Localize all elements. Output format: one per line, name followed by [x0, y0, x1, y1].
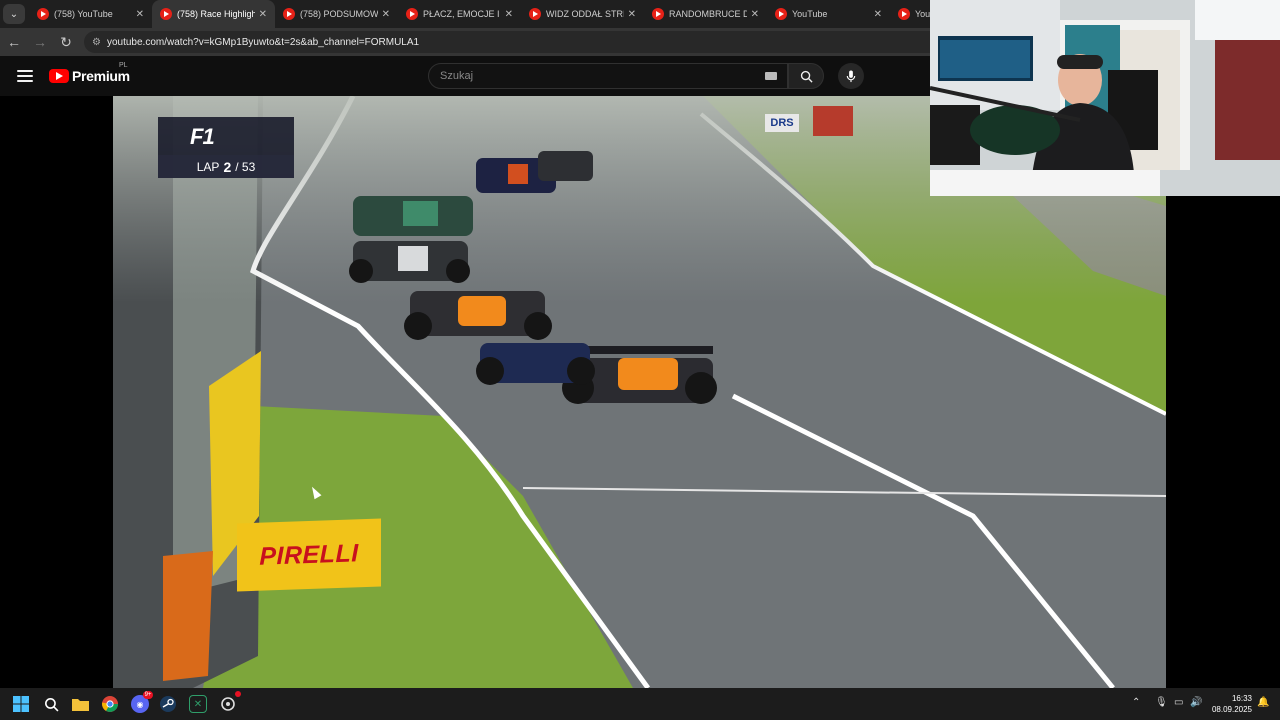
chevron-up-icon[interactable]: ⌃ — [1132, 697, 1140, 708]
forward-button[interactable]: → — [28, 30, 52, 54]
notification-badge: 9+ — [143, 691, 153, 699]
lap-counter: LAP 2 / 53 — [158, 155, 294, 178]
search-button[interactable] — [788, 63, 824, 89]
youtube-favicon-icon — [37, 8, 49, 20]
voice-search-button[interactable] — [838, 63, 864, 89]
youtube-favicon-icon — [898, 8, 910, 20]
windows-logo-icon — [13, 696, 29, 712]
app-button[interactable] — [219, 691, 241, 713]
microphone-icon — [846, 69, 856, 82]
streamer-webcam — [930, 0, 1280, 196]
arrow-right-icon: → — [33, 34, 47, 50]
site-info-icon[interactable]: ⚙ — [92, 37, 101, 48]
close-icon[interactable]: ✕ — [259, 9, 267, 20]
brand-text: Premium — [72, 68, 130, 84]
xbox-app-button[interactable]: ✕ — [189, 695, 207, 713]
drs-sign: DRS — [765, 114, 799, 132]
webcam-overlay — [930, 0, 1280, 196]
race-car — [349, 241, 470, 283]
youtube-favicon-icon — [775, 8, 787, 20]
tab-title: (758) PODSUMOWAN — [300, 9, 378, 19]
notification-dot — [235, 691, 241, 697]
browser-tab[interactable]: (758) YouTube ✕ — [29, 0, 152, 28]
discord-icon: ◉ — [136, 699, 144, 709]
youtube-favicon-icon — [529, 8, 541, 20]
race-car — [404, 291, 552, 340]
youtube-favicon-icon — [160, 8, 172, 20]
address-bar[interactable]: ⚙ youtube.com/watch?v=kGMp1Byuwto&t=2s&a… — [84, 31, 944, 53]
lap-counter-graphic: F1 LAP 2 / 53 — [158, 117, 294, 178]
folder-icon — [71, 699, 89, 711]
tab-title: YouTube — [792, 9, 828, 19]
lap-label: LAP — [196, 159, 220, 174]
clock-time: 16:33 — [1231, 694, 1252, 703]
menu-icon[interactable] — [17, 70, 33, 82]
reload-button[interactable]: ↻ — [54, 30, 78, 54]
clock-date: 08.09.2025 — [1211, 705, 1252, 714]
race-car — [476, 343, 595, 385]
search-icon — [800, 70, 813, 83]
arrow-left-icon: ← — [7, 34, 21, 50]
notification-bell-icon[interactable]: 🔔 — [1257, 697, 1269, 708]
close-icon[interactable]: ✕ — [751, 9, 759, 20]
browser-tab[interactable]: PŁACZ, EMOCJE I KON ✕ — [398, 0, 521, 28]
file-explorer-button[interactable] — [71, 695, 89, 713]
race-car — [353, 196, 473, 236]
f1-logo: F1 — [190, 124, 215, 149]
discord-button[interactable]: ◉ 9+ — [131, 691, 153, 713]
close-icon[interactable]: ✕ — [382, 9, 390, 20]
back-button[interactable]: ← — [2, 30, 26, 54]
settings-gear-icon — [221, 697, 235, 711]
microphone-icon[interactable]: 🎙 — [1155, 697, 1168, 708]
browser-tab[interactable]: WIDZ ODDAŁ STRIMI ✕ — [521, 0, 644, 28]
steam-icon — [160, 696, 176, 712]
youtube-favicon-icon — [406, 8, 418, 20]
volume-icon[interactable]: 🔊 — [1190, 697, 1202, 708]
tab-search-button[interactable]: ⌄ — [3, 4, 25, 24]
search-icon — [44, 697, 58, 711]
pirelli-board: PIRELLI — [237, 518, 381, 592]
youtube-header: Premium PL Szukaj — [0, 56, 930, 96]
close-icon[interactable]: ✕ — [505, 9, 513, 20]
youtube-play-icon — [49, 69, 69, 83]
lap-current: 2 — [223, 158, 232, 175]
browser-tab[interactable]: RANDOMBRUCE DUŻ ✕ — [644, 0, 767, 28]
browser-tab[interactable]: YouTube ✕ — [767, 0, 890, 28]
tab-title: WIDZ ODDAŁ STRIMI — [546, 9, 624, 19]
tab-title: RANDOMBRUCE DUŻ — [669, 9, 747, 19]
search-input[interactable]: Szukaj — [428, 63, 788, 89]
close-icon[interactable]: ✕ — [628, 9, 636, 20]
steam-button[interactable] — [159, 695, 177, 713]
close-icon[interactable]: ✕ — [874, 9, 882, 20]
pirelli-logo: PIRELLI — [259, 538, 359, 571]
url-text: youtube.com/watch?v=kGMp1Byuwto&t=2s&ab_… — [106, 36, 420, 48]
youtube-favicon-icon — [652, 8, 664, 20]
browser-tab[interactable]: (758) PODSUMOWAN ✕ — [275, 0, 398, 28]
network-icon[interactable]: ▭ — [1174, 697, 1183, 708]
keyboard-icon[interactable] — [765, 72, 777, 80]
chrome-button[interactable] — [101, 695, 119, 713]
chrome-icon — [102, 696, 118, 712]
tab-title: (758) YouTube — [54, 9, 113, 19]
chevron-down-icon: ⌄ — [9, 8, 19, 20]
search-taskbar-button[interactable] — [42, 695, 60, 713]
close-icon[interactable]: ✕ — [136, 9, 144, 20]
lap-total: / 53 — [235, 159, 256, 174]
reload-icon: ↻ — [60, 33, 72, 50]
tab-title: (758) Race Highlights — [177, 9, 255, 19]
country-code: PL — [119, 62, 128, 69]
browser-tab-active[interactable]: (758) Race Highlights ✕ — [152, 0, 275, 28]
youtube-logo[interactable]: Premium PL — [49, 62, 130, 84]
tab-title: PŁACZ, EMOCJE I KON — [423, 9, 501, 19]
start-button[interactable] — [12, 695, 30, 713]
youtube-favicon-icon — [283, 8, 295, 20]
xbox-icon: ✕ — [193, 698, 203, 710]
windows-taskbar: ◉ 9+ ✕ ⌃ 🎙 ▭ 🔊 16:33 08.09.2025 🔔 — [0, 688, 1280, 720]
system-clock[interactable]: 16:33 08.09.2025 — [1212, 693, 1252, 715]
search-placeholder: Szukaj — [440, 70, 474, 82]
